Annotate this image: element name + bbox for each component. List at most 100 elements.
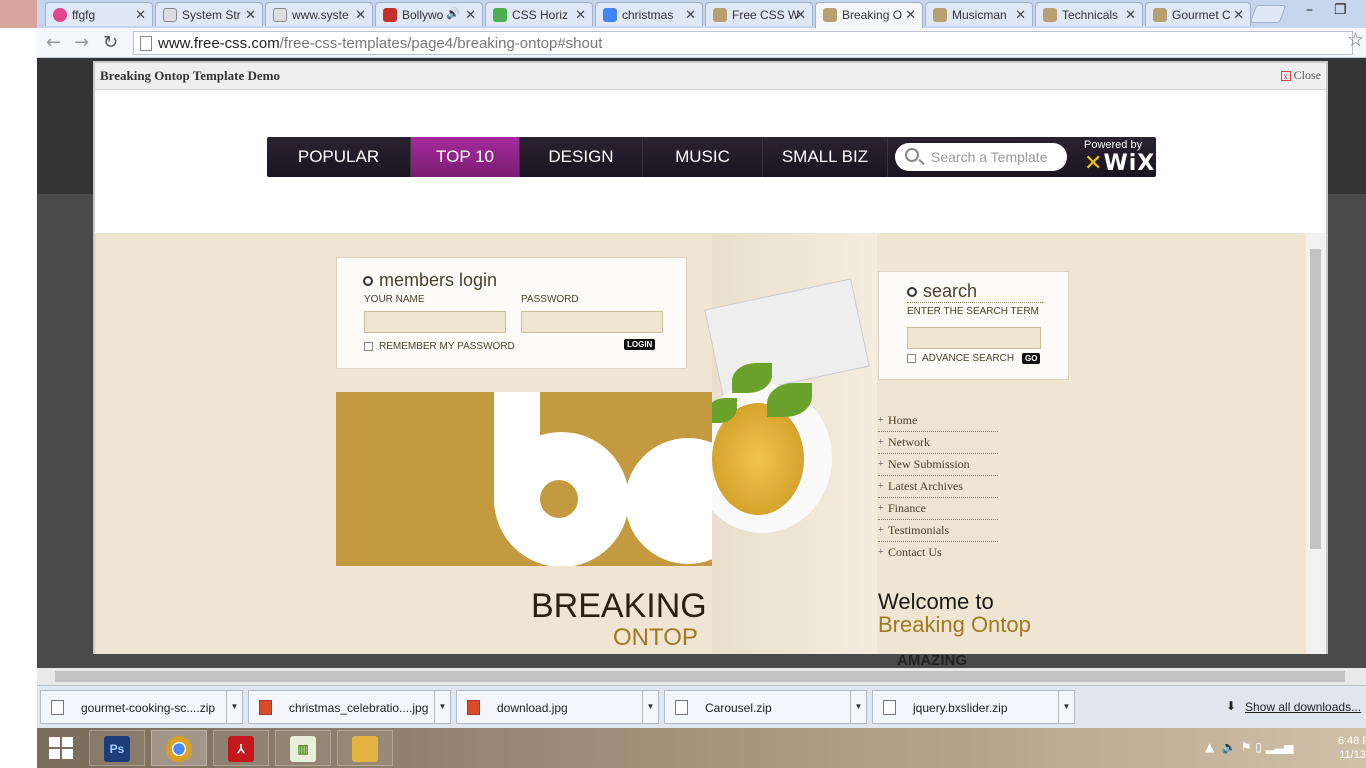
new-tab-button[interactable] [1249,5,1287,23]
go-button[interactable]: GO [1022,353,1041,364]
tab-3[interactable]: Bollywo 🔊 ✕ [375,2,483,26]
wix-logo[interactable]: ✕WiX [1084,151,1155,176]
download-item[interactable]: gourmet-cooking-sc....zip ▼ [40,690,243,724]
download-item[interactable]: christmas_celebratio....jpg ▼ [248,690,451,724]
network-icon[interactable]: ▂▃▅ [1266,740,1294,754]
tab-favicon-icon [1043,8,1057,22]
bookmark-star-icon[interactable]: ☆ [1347,29,1364,51]
windows-start-icon[interactable] [49,737,73,759]
download-item[interactable]: Carousel.zip ▼ [664,690,867,724]
menu-item-new-submission[interactable]: New Submission [878,454,998,476]
password-input[interactable] [521,311,663,333]
folder-icon [352,736,378,762]
search-term-input[interactable] [907,327,1041,349]
modal-close-button[interactable]: x Close [1280,68,1321,83]
tab-9[interactable]: Technicals ✕ [1035,2,1143,26]
nav-design[interactable]: DESIGN [520,137,643,177]
restore-icon[interactable]: ❐ [1334,2,1347,18]
nav-small-biz[interactable]: SMALL BIZ [763,137,888,177]
menu-item-network[interactable]: Network [878,432,998,454]
url-text[interactable]: www.free-css.com/free-css-templates/page… [158,35,602,52]
menu-item-home[interactable]: Home [878,410,998,432]
close-icon[interactable]: ✕ [1233,7,1244,23]
taskbar-chrome[interactable] [151,730,207,766]
power-icon[interactable]: ▯ [1255,740,1262,754]
system-tray[interactable]: ▲ 🔈 ⚑ ▯ ▂▃▅ [1205,740,1293,754]
scrollbar-thumb[interactable] [55,671,1345,682]
nav-popular[interactable]: POPULAR [267,137,411,177]
audio-icon[interactable]: 🔊 [446,7,460,20]
newspaper-image [704,278,870,398]
start-pane [49,737,60,747]
acrobat-icon: ⅄ [228,736,254,762]
close-icon[interactable]: ✕ [905,7,916,23]
your-name-label: YOUR NAME [364,294,425,305]
omnibox[interactable]: www.free-css.com/free-css-templates/page… [133,31,1353,55]
tab-label: System Str [182,8,241,22]
show-all-label[interactable]: Show all downloads... [1245,700,1361,714]
page-icon [140,36,152,51]
chevron-down-icon[interactable]: ▼ [1058,691,1074,723]
close-icon[interactable]: ✕ [135,7,146,23]
tab-favicon-icon [493,8,507,22]
tab-6[interactable]: Free CSS W ✕ [705,2,813,26]
remember-checkbox[interactable] [364,342,373,351]
download-item[interactable]: download.jpg ▼ [456,690,659,724]
tab-2[interactable]: www.syste ✕ [265,2,373,26]
volume-icon[interactable]: 🔈 [1222,740,1237,754]
login-button[interactable]: LOGIN [624,339,656,350]
tray-expand-icon[interactable]: ▲ [1205,740,1214,754]
download-item[interactable]: jquery.bxslider.zip ▼ [872,690,1075,724]
taskbar-chart-app[interactable]: ▥ [275,730,331,766]
chevron-down-icon[interactable]: ▼ [434,691,450,723]
chevron-down-icon[interactable]: ▼ [850,691,866,723]
tab-8[interactable]: Musicman ✕ [925,2,1033,26]
nav-music[interactable]: MUSIC [643,137,763,177]
close-icon[interactable]: ✕ [1015,7,1026,23]
back-icon[interactable]: ← [46,32,61,53]
show-all-downloads-link[interactable]: ⬇ Show all downloads... [1226,699,1361,714]
tab-7-active[interactable]: Breaking O ✕ [815,2,923,28]
flag-icon[interactable]: ⚑ [1241,740,1252,754]
taskbar-acrobat[interactable]: ⅄ [213,730,269,766]
close-icon[interactable]: ✕ [575,7,586,23]
menu-item-finance[interactable]: Finance [878,498,998,520]
modal-close-label[interactable]: Close [1294,68,1321,82]
close-icon[interactable]: ✕ [465,7,476,23]
tab-10[interactable]: Gourmet C ✕ [1145,2,1251,26]
page-horizontal-scrollbar[interactable] [37,668,1366,685]
advance-search-checkbox[interactable] [907,354,916,363]
brand-subtitle: ONTOP [613,624,698,651]
start-pane [62,737,73,747]
tab-4[interactable]: CSS Horiz ✕ [485,2,593,26]
your-name-input[interactable] [364,311,506,333]
reload-icon[interactable]: ↻ [103,32,118,53]
tab-5[interactable]: christmas ✕ [595,2,703,26]
close-icon[interactable]: ✕ [795,7,806,23]
minimize-icon[interactable]: – [1306,2,1313,18]
menu-item-latest-archives[interactable]: Latest Archives [878,476,998,498]
modal-vertical-scrollbar[interactable] [1306,233,1326,654]
tab-favicon-icon [273,8,287,22]
scrollbar-thumb[interactable] [1310,249,1321,549]
close-icon[interactable]: ✕ [685,7,696,23]
taskbar-file-explorer[interactable] [337,730,393,766]
chevron-down-icon[interactable]: ▼ [642,691,658,723]
tab-0[interactable]: ffgfg ✕ [45,2,153,26]
close-icon[interactable]: ✕ [355,7,366,23]
template-search-input[interactable]: Search a Template [895,143,1067,171]
zip-file-icon [51,700,64,715]
nav-top10[interactable]: TOP 10 [411,137,520,177]
tab-label: christmas [622,8,674,22]
tab-1[interactable]: System Str ✕ [155,2,263,26]
forward-icon[interactable]: → [74,32,89,53]
close-icon[interactable]: x [1280,71,1291,81]
menu-item-contact-us[interactable]: Contact Us [878,542,998,564]
close-icon[interactable]: ✕ [1125,7,1136,23]
system-clock[interactable]: 6:48 F 11/13/ [1329,734,1366,762]
taskbar-photoshop[interactable]: Ps [89,730,145,766]
chevron-down-icon[interactable]: ▼ [226,691,242,723]
close-icon[interactable]: ✕ [245,7,256,23]
tab-bar: ffgfg ✕ System Str ✕ www.syste ✕ Bollywo 🔊 ✕ … [0,0,1366,28]
menu-item-testimonials[interactable]: Testimonials [878,520,998,542]
